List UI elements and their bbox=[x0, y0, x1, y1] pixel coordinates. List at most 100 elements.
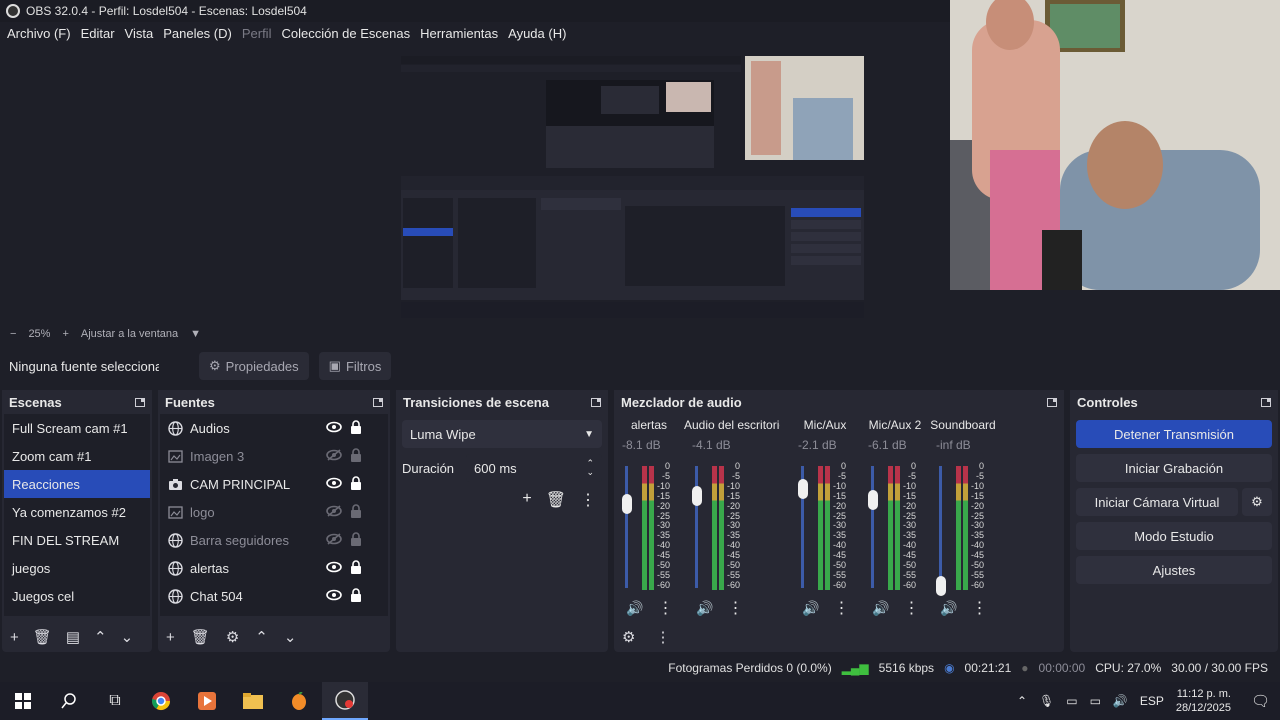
scene-item[interactable]: juegos bbox=[4, 554, 150, 582]
eye-icon[interactable] bbox=[326, 561, 342, 576]
settings-button[interactable]: Ajustes bbox=[1076, 556, 1272, 584]
scene-item[interactable]: Ya comenzamos #2 bbox=[4, 498, 150, 526]
channel-menu-button[interactable]: ⋮ bbox=[657, 598, 673, 618]
fader-track[interactable] bbox=[695, 466, 698, 588]
file-explorer-icon[interactable] bbox=[230, 682, 276, 720]
source-item[interactable]: CAM PRINCIPAL bbox=[160, 470, 388, 498]
speaker-icon[interactable]: 🔊 bbox=[940, 600, 957, 617]
volume-icon[interactable]: 🔊 bbox=[1113, 694, 1128, 708]
add-source-button[interactable]: + bbox=[166, 629, 175, 646]
speaker-icon[interactable]: 🔊 bbox=[626, 600, 643, 617]
source-item[interactable]: logo bbox=[160, 498, 388, 526]
source-item[interactable]: Audios bbox=[160, 414, 388, 442]
menu-archivo[interactable]: Archivo (F) bbox=[2, 22, 76, 46]
menu-coleccion-escenas[interactable]: Colección de Escenas bbox=[276, 22, 415, 46]
clock[interactable]: 11:12 p. m. 28/12/2025 bbox=[1176, 687, 1231, 715]
scene-item[interactable]: Reacciones bbox=[4, 470, 150, 498]
battery-icon[interactable]: ▭ bbox=[1066, 694, 1077, 708]
eye-icon[interactable] bbox=[326, 477, 342, 492]
remove-scene-button[interactable]: 🗑 bbox=[33, 628, 52, 646]
source-item[interactable]: Barra seguidores bbox=[160, 526, 388, 554]
lock-icon[interactable] bbox=[350, 420, 362, 437]
lock-icon[interactable] bbox=[350, 476, 362, 493]
menu-herramientas[interactable]: Herramientas bbox=[415, 22, 503, 46]
speaker-icon[interactable]: 🔊 bbox=[872, 600, 889, 617]
menu-paneles[interactable]: Paneles (D) bbox=[158, 22, 237, 46]
spin-arrows-icon[interactable]: ⌃ ⌄ bbox=[586, 459, 594, 477]
scene-filters-button[interactable]: ▤ bbox=[66, 628, 80, 646]
start-virtual-camera-button[interactable]: Iniciar Cámara Virtual bbox=[1076, 488, 1238, 516]
scene-item[interactable]: Full Scream cam #1 bbox=[4, 414, 150, 442]
fader-track[interactable] bbox=[939, 466, 942, 588]
volume-fader[interactable] bbox=[798, 479, 808, 500]
properties-button[interactable]: ⚙ Propiedades bbox=[199, 352, 309, 380]
scene-item[interactable]: Zoom cam #1 bbox=[4, 442, 150, 470]
move-down-button[interactable]: ⌄ bbox=[121, 628, 134, 646]
notifications-icon[interactable]: 🗨 bbox=[1251, 692, 1270, 710]
volume-fader[interactable] bbox=[622, 493, 632, 514]
source-properties-button[interactable]: ⚙ bbox=[226, 628, 239, 646]
undock-icon[interactable] bbox=[1047, 397, 1057, 407]
channel-menu-button[interactable]: ⋮ bbox=[971, 598, 987, 618]
chrome-icon[interactable] bbox=[138, 682, 184, 720]
fader-track[interactable] bbox=[625, 466, 628, 588]
speaker-icon[interactable]: 🔊 bbox=[802, 600, 819, 617]
undock-icon[interactable] bbox=[135, 397, 145, 407]
add-scene-button[interactable]: + bbox=[10, 629, 19, 646]
zoom-in-button[interactable]: + bbox=[62, 328, 68, 340]
filters-button[interactable]: ▣ Filtros bbox=[318, 352, 392, 380]
start-recording-button[interactable]: Iniciar Grabación bbox=[1076, 454, 1272, 482]
scene-item[interactable]: Juegos cel bbox=[4, 582, 150, 610]
eye-icon[interactable] bbox=[326, 421, 342, 436]
scene-item[interactable]: FIN DEL STREAM bbox=[4, 526, 150, 554]
mango-app-icon[interactable] bbox=[276, 682, 322, 720]
lock-icon[interactable] bbox=[350, 588, 362, 605]
media-player-icon[interactable] bbox=[184, 682, 230, 720]
transition-select[interactable]: Luma Wipe ▼ bbox=[402, 420, 602, 448]
channel-menu-button[interactable]: ⋮ bbox=[833, 598, 849, 618]
source-item[interactable]: Chat 504 bbox=[160, 582, 388, 610]
studio-mode-button[interactable]: Modo Estudio bbox=[1076, 522, 1272, 550]
search-icon[interactable] bbox=[46, 682, 92, 720]
eye-icon[interactable] bbox=[326, 589, 342, 604]
channel-menu-button[interactable]: ⋮ bbox=[727, 598, 743, 618]
zoom-out-button[interactable]: − bbox=[10, 328, 16, 340]
stop-stream-button[interactable]: Detener Transmisión bbox=[1076, 420, 1272, 448]
lock-icon[interactable] bbox=[350, 560, 362, 577]
fit-to-window-option[interactable]: Ajustar a la ventana bbox=[81, 328, 178, 340]
lock-icon[interactable] bbox=[350, 448, 362, 465]
duration-spinbox[interactable]: 600 ms ⌃ ⌄ bbox=[466, 454, 602, 482]
lock-icon[interactable] bbox=[350, 532, 362, 549]
windows-start-icon[interactable] bbox=[0, 682, 46, 720]
undock-icon[interactable] bbox=[591, 397, 601, 407]
lock-icon[interactable] bbox=[350, 504, 362, 521]
language-indicator[interactable]: ESP bbox=[1140, 694, 1164, 708]
volume-fader[interactable] bbox=[692, 485, 702, 506]
channel-menu-button[interactable]: ⋮ bbox=[903, 598, 919, 618]
obs-taskbar-icon[interactable] bbox=[322, 682, 368, 720]
advanced-audio-button[interactable]: ⚙ bbox=[622, 628, 635, 646]
microphone-icon[interactable]: 🎙 bbox=[1039, 694, 1054, 708]
menu-vista[interactable]: Vista bbox=[120, 22, 159, 46]
task-view-icon[interactable]: ⧉ bbox=[92, 682, 138, 720]
mixer-menu-button[interactable]: ⋮ bbox=[655, 628, 670, 646]
undock-icon[interactable] bbox=[1261, 397, 1271, 407]
menu-perfil[interactable]: Perfil bbox=[237, 22, 277, 46]
zoom-dropdown-icon[interactable]: ▼ bbox=[190, 328, 201, 340]
volume-fader[interactable] bbox=[868, 490, 878, 511]
source-item[interactable]: alertas bbox=[160, 554, 388, 582]
tray-expand-icon[interactable]: ⌃ bbox=[1017, 694, 1027, 708]
preview-canvas[interactable] bbox=[401, 56, 864, 318]
speaker-icon[interactable]: 🔊 bbox=[696, 600, 713, 617]
virtual-camera-settings-button[interactable]: ⚙ bbox=[1242, 488, 1272, 516]
remove-source-button[interactable]: 🗑 bbox=[191, 628, 210, 646]
network-icon[interactable]: ▭ bbox=[1090, 694, 1101, 708]
move-up-button[interactable]: ⌃ bbox=[94, 628, 107, 646]
menu-editar[interactable]: Editar bbox=[76, 22, 120, 46]
eye-hidden-icon[interactable] bbox=[326, 449, 342, 464]
source-item[interactable]: Imagen 3 bbox=[160, 442, 388, 470]
menu-ayuda[interactable]: Ayuda (H) bbox=[503, 22, 571, 46]
move-up-button[interactable]: ⌃ bbox=[255, 628, 268, 646]
move-down-button[interactable]: ⌄ bbox=[284, 628, 297, 646]
transition-menu-button[interactable]: ⋮ bbox=[580, 490, 596, 510]
